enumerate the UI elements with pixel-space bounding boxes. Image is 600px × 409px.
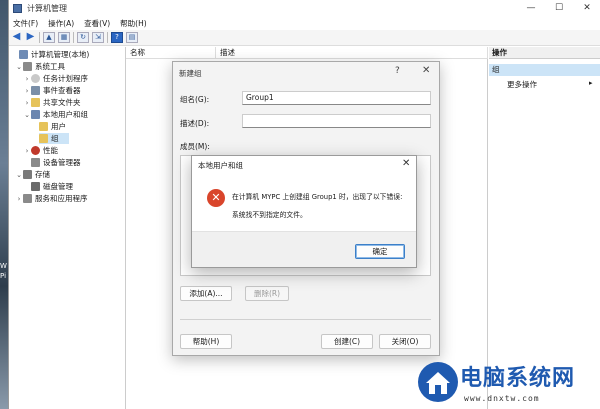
description-label: 描述(D): [180, 119, 210, 128]
column-header-description[interactable]: 描述 [216, 47, 488, 59]
actions-section-groups[interactable]: 组 [489, 64, 600, 76]
menu-file[interactable]: 文件(F) [13, 18, 38, 29]
tree-item-users[interactable]: 用户 [39, 121, 66, 132]
group-name-label: 组名(G): [180, 95, 210, 104]
close-icon[interactable]: ✕ [402, 158, 410, 169]
members-label: 成员(M): [180, 142, 210, 151]
error-dialog: 本地用户和组 ✕ ✕ 在计算机 MYPC 上创建组 Group1 时，出现了以下… [191, 155, 417, 268]
tree-item-disk-management[interactable]: 磁盘管理 [31, 181, 73, 192]
tree-item-shared-folders[interactable]: › 共享文件夹 [23, 97, 81, 108]
chevron-right-icon[interactable]: › [15, 195, 23, 203]
chevron-down-icon[interactable]: ⌄ [15, 63, 23, 71]
help-icon[interactable]: ? [111, 32, 123, 43]
watermark-url: www.dnxtw.com [464, 394, 540, 403]
toolbar-separator [73, 32, 74, 43]
refresh-icon[interactable]: ↻ [77, 32, 89, 43]
services-icon [23, 194, 32, 203]
users-icon [31, 110, 40, 119]
shared-folder-icon [31, 98, 40, 107]
menu-help[interactable]: 帮助(H) [120, 18, 147, 29]
console-tree: 计算机管理(本地) ⌄ 系统工具 › 任务计划程序 › 事件查看器 › 共享文件夹 ⌄ 本… [9, 47, 126, 409]
tree-item-groups[interactable]: 组 [39, 133, 69, 144]
chevron-right-icon[interactable]: › [23, 87, 31, 95]
menu-view[interactable]: 查看(V) [84, 18, 110, 29]
properties-icon[interactable]: ▤ [126, 32, 138, 43]
device-manager-icon [31, 158, 40, 167]
menu-bar: 文件(F) 操作(A) 查看(V) 帮助(H) [9, 16, 600, 30]
chevron-down-icon[interactable]: ⌄ [15, 171, 23, 179]
actions-pane: 操作 组 更多操作 ▸ [489, 47, 600, 409]
error-message: 在计算机 MYPC 上创建组 Group1 时，出现了以下错误: [232, 193, 403, 201]
title-bar: 计算机管理 — ☐ ✕ [9, 0, 600, 16]
computer-icon [19, 50, 28, 59]
actions-header: 操作 [489, 47, 600, 59]
chevron-right-icon[interactable]: › [23, 75, 31, 83]
create-button[interactable]: 创建(C) [321, 334, 373, 349]
group-name-field[interactable]: Group1 [242, 91, 431, 105]
ok-button[interactable]: 确定 [355, 244, 405, 259]
window-title: 计算机管理 [27, 3, 67, 13]
chevron-down-icon[interactable]: ⌄ [23, 111, 31, 119]
close-button[interactable]: ✕ [573, 0, 600, 16]
watermark-title: 电脑系统网 [460, 366, 576, 391]
event-viewer-icon [31, 86, 40, 95]
tree-item-local-users-groups[interactable]: ⌄ 本地用户和组 [23, 109, 88, 120]
folder-icon [39, 122, 48, 131]
error-dialog-title: 本地用户和组 [198, 161, 243, 170]
desktop-text: W [0, 262, 7, 270]
tree-item-services-apps[interactable]: › 服务和应用程序 [15, 193, 88, 204]
show-hide-tree-icon[interactable]: ▦ [58, 32, 70, 43]
maximize-button[interactable]: ☐ [545, 0, 573, 16]
more-actions-link[interactable]: 更多操作 [507, 79, 537, 90]
performance-icon [31, 146, 40, 155]
chevron-right-icon[interactable]: ▸ [589, 79, 593, 87]
tree-item-task-scheduler[interactable]: › 任务计划程序 [23, 73, 88, 84]
storage-icon [23, 170, 32, 179]
help-button[interactable]: 帮助(H) [180, 334, 232, 349]
folder-icon [39, 134, 48, 143]
tree-item-device-manager[interactable]: 设备管理器 [31, 157, 81, 168]
disk-icon [31, 182, 40, 191]
export-list-icon[interactable]: ⇲ [92, 32, 104, 43]
add-member-button[interactable]: 添加(A)... [180, 286, 232, 301]
help-icon[interactable]: ? [395, 66, 400, 76]
dialog-title: 新建组 [179, 69, 202, 78]
up-folder-icon[interactable]: ▲ [43, 32, 55, 43]
divider [180, 319, 431, 320]
tree-item-system-tools[interactable]: ⌄ 系统工具 [15, 61, 65, 72]
tree-item-performance[interactable]: › 性能 [23, 145, 58, 156]
column-header-name[interactable]: 名称 [126, 47, 216, 59]
error-icon: ✕ [207, 189, 225, 207]
menu-action[interactable]: 操作(A) [48, 18, 74, 29]
chevron-right-icon[interactable]: › [23, 99, 31, 107]
toolbar-separator [39, 32, 40, 43]
error-detail: 系统找不到指定的文件。 [232, 211, 307, 219]
close-icon[interactable]: ✕ [422, 65, 430, 76]
forward-arrow-icon[interactable]: ▶ [25, 32, 36, 43]
error-dialog-footer: 确定 [192, 231, 416, 267]
description-field[interactable] [242, 114, 431, 128]
watermark: 电脑系统网 www.dnxtw.com [412, 358, 600, 409]
tree-item-root[interactable]: 计算机管理(本地) [11, 49, 89, 60]
desktop-background: W Pi [0, 0, 8, 409]
remove-member-button[interactable]: 删除(R) [245, 286, 289, 301]
toolbar: ◀ ▶ ▲ ▦ ↻ ⇲ ? ▤ [9, 30, 600, 46]
tools-icon [23, 62, 32, 71]
computer-management-icon [13, 3, 22, 13]
close-dialog-button[interactable]: 关闭(O) [379, 334, 431, 349]
minimize-button[interactable]: — [517, 0, 545, 16]
house-logo-icon [418, 362, 458, 402]
tree-item-storage[interactable]: ⌄ 存储 [15, 169, 50, 180]
clock-icon [31, 74, 40, 83]
chevron-right-icon[interactable]: › [23, 147, 31, 155]
tree-item-event-viewer[interactable]: › 事件查看器 [23, 85, 81, 96]
toolbar-separator [107, 32, 108, 43]
desktop-text: Pi [0, 272, 7, 280]
back-arrow-icon[interactable]: ◀ [11, 32, 22, 43]
